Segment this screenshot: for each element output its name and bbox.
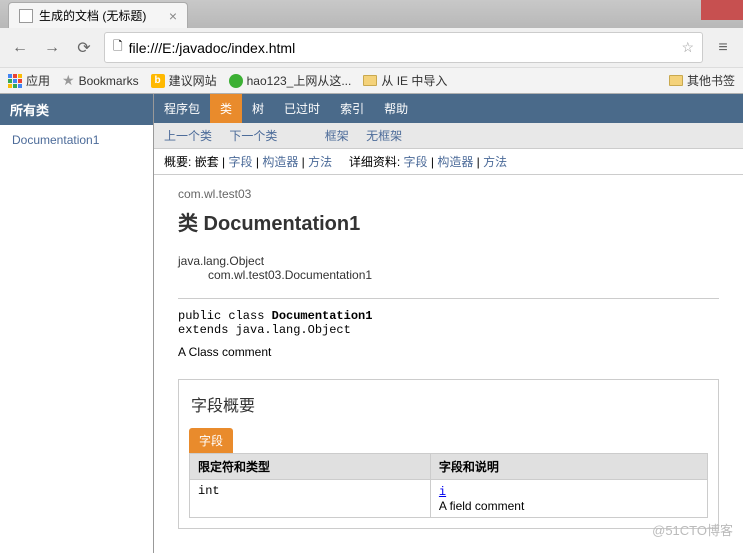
summary-constructor-link[interactable]: 构造器 (262, 155, 298, 169)
detail-nav: 概要: 嵌套 | 字段 | 构造器 | 方法 详细资料: 字段 | 构造器 | … (154, 149, 743, 175)
detail-constructor-link[interactable]: 构造器 (437, 155, 473, 169)
field-tab[interactable]: 字段 (189, 428, 233, 453)
package-name: com.wl.test03 (178, 187, 719, 201)
class-signature: public class Documentation1 extends java… (178, 309, 719, 337)
star-icon: ★ (62, 72, 75, 89)
sidebar-list: Documentation1 (0, 125, 153, 155)
bing-icon: b (151, 74, 165, 88)
nav-help[interactable]: 帮助 (374, 94, 418, 123)
detail-method-link[interactable]: 方法 (483, 155, 507, 169)
class-comment: A Class comment (178, 345, 719, 359)
back-button[interactable]: ← (8, 36, 32, 60)
folder-icon (363, 75, 377, 86)
field-table: 限定符和类型 字段和说明 int i A field comment (189, 453, 708, 518)
nav-tree[interactable]: 树 (242, 94, 274, 123)
url-box[interactable]: 🗋 ☆ (104, 32, 703, 63)
ie-import-folder[interactable]: 从 IE 中导入 (363, 72, 447, 89)
folder-icon (669, 75, 683, 86)
field-section-title: 字段概要 (179, 380, 718, 428)
inheritance-child: com.wl.test03.Documentation1 (208, 268, 719, 282)
hao123-icon (229, 74, 243, 88)
sub-nav: 上一个类 下一个类 框架 无框架 (154, 123, 743, 149)
sidebar-item-documentation1[interactable]: Documentation1 (12, 133, 99, 147)
field-type: int (190, 480, 431, 518)
other-bookmarks[interactable]: 其他书签 (669, 72, 735, 89)
watermark: @51CTO博客 (652, 520, 733, 539)
reload-button[interactable]: ⟳ (72, 36, 96, 60)
address-bar: ← → ⟳ 🗋 ☆ ≡ (0, 28, 743, 67)
file-icon: 🗋 (113, 37, 123, 58)
field-summary-section: 字段概要 字段 限定符和类型 字段和说明 int i A field comme… (178, 379, 719, 529)
bookmarks-link[interactable]: ★ Bookmarks (62, 72, 139, 89)
nav-package[interactable]: 程序包 (154, 94, 210, 123)
field-name-link[interactable]: i (439, 485, 446, 499)
url-input[interactable] (129, 40, 676, 56)
frames-link[interactable]: 框架 (325, 129, 349, 143)
window-close-button[interactable] (701, 0, 743, 20)
inheritance-tree: java.lang.Object com.wl.test03.Documenta… (178, 254, 719, 282)
table-row: int i A field comment (190, 480, 708, 518)
nav-deprecated[interactable]: 已过时 (274, 94, 330, 123)
tab-title: 生成的文档 (无标题) (39, 7, 146, 24)
field-desc: i A field comment (430, 480, 707, 518)
forward-button[interactable]: → (40, 36, 64, 60)
detail-field-link[interactable]: 字段 (404, 155, 428, 169)
class-title: 类 Documentation1 (178, 207, 719, 236)
menu-button[interactable]: ≡ (711, 36, 735, 60)
inheritance-parent: java.lang.Object (178, 254, 719, 268)
hao123-link[interactable]: hao123_上网从这... (229, 72, 352, 89)
page-icon (19, 9, 33, 23)
browser-chrome: 生成的文档 (无标题) × ← → ⟳ 🗋 ☆ ≡ 应用 ★ Bookmarks… (0, 0, 743, 94)
summary-field-link[interactable]: 字段 (229, 155, 253, 169)
next-class-link[interactable]: 下一个类 (229, 129, 277, 143)
doc-body: com.wl.test03 类 Documentation1 java.lang… (154, 175, 743, 541)
suggest-link[interactable]: b 建议网站 (151, 72, 217, 89)
bookmark-bar: 应用 ★ Bookmarks b 建议网站 hao123_上网从这... 从 I… (0, 67, 743, 93)
divider (178, 298, 719, 299)
detail-label: 详细资料: (349, 155, 400, 169)
top-nav: 程序包 类 树 已过时 索引 帮助 (154, 94, 743, 123)
browser-tab[interactable]: 生成的文档 (无标题) × (8, 2, 188, 28)
page-content: 所有类 Documentation1 程序包 类 树 已过时 索引 帮助 上一个… (0, 94, 743, 553)
nav-index[interactable]: 索引 (330, 94, 374, 123)
tab-bar: 生成的文档 (无标题) × (0, 0, 743, 28)
col-modifier: 限定符和类型 (190, 454, 431, 480)
col-field: 字段和说明 (430, 454, 707, 480)
tab-close-icon[interactable]: × (169, 8, 177, 24)
apps-icon (8, 74, 22, 88)
sidebar: 所有类 Documentation1 (0, 94, 154, 553)
sidebar-header: 所有类 (0, 94, 153, 125)
noframes-link[interactable]: 无框架 (366, 129, 402, 143)
main-frame: 程序包 类 树 已过时 索引 帮助 上一个类 下一个类 框架 无框架 概要: 嵌… (154, 94, 743, 553)
apps-shortcut[interactable]: 应用 (8, 72, 50, 89)
prev-class-link[interactable]: 上一个类 (164, 129, 212, 143)
bookmark-star-icon[interactable]: ☆ (681, 39, 694, 56)
summary-method-link[interactable]: 方法 (308, 155, 332, 169)
nav-class[interactable]: 类 (210, 94, 242, 123)
summary-label: 概要: (164, 155, 191, 169)
